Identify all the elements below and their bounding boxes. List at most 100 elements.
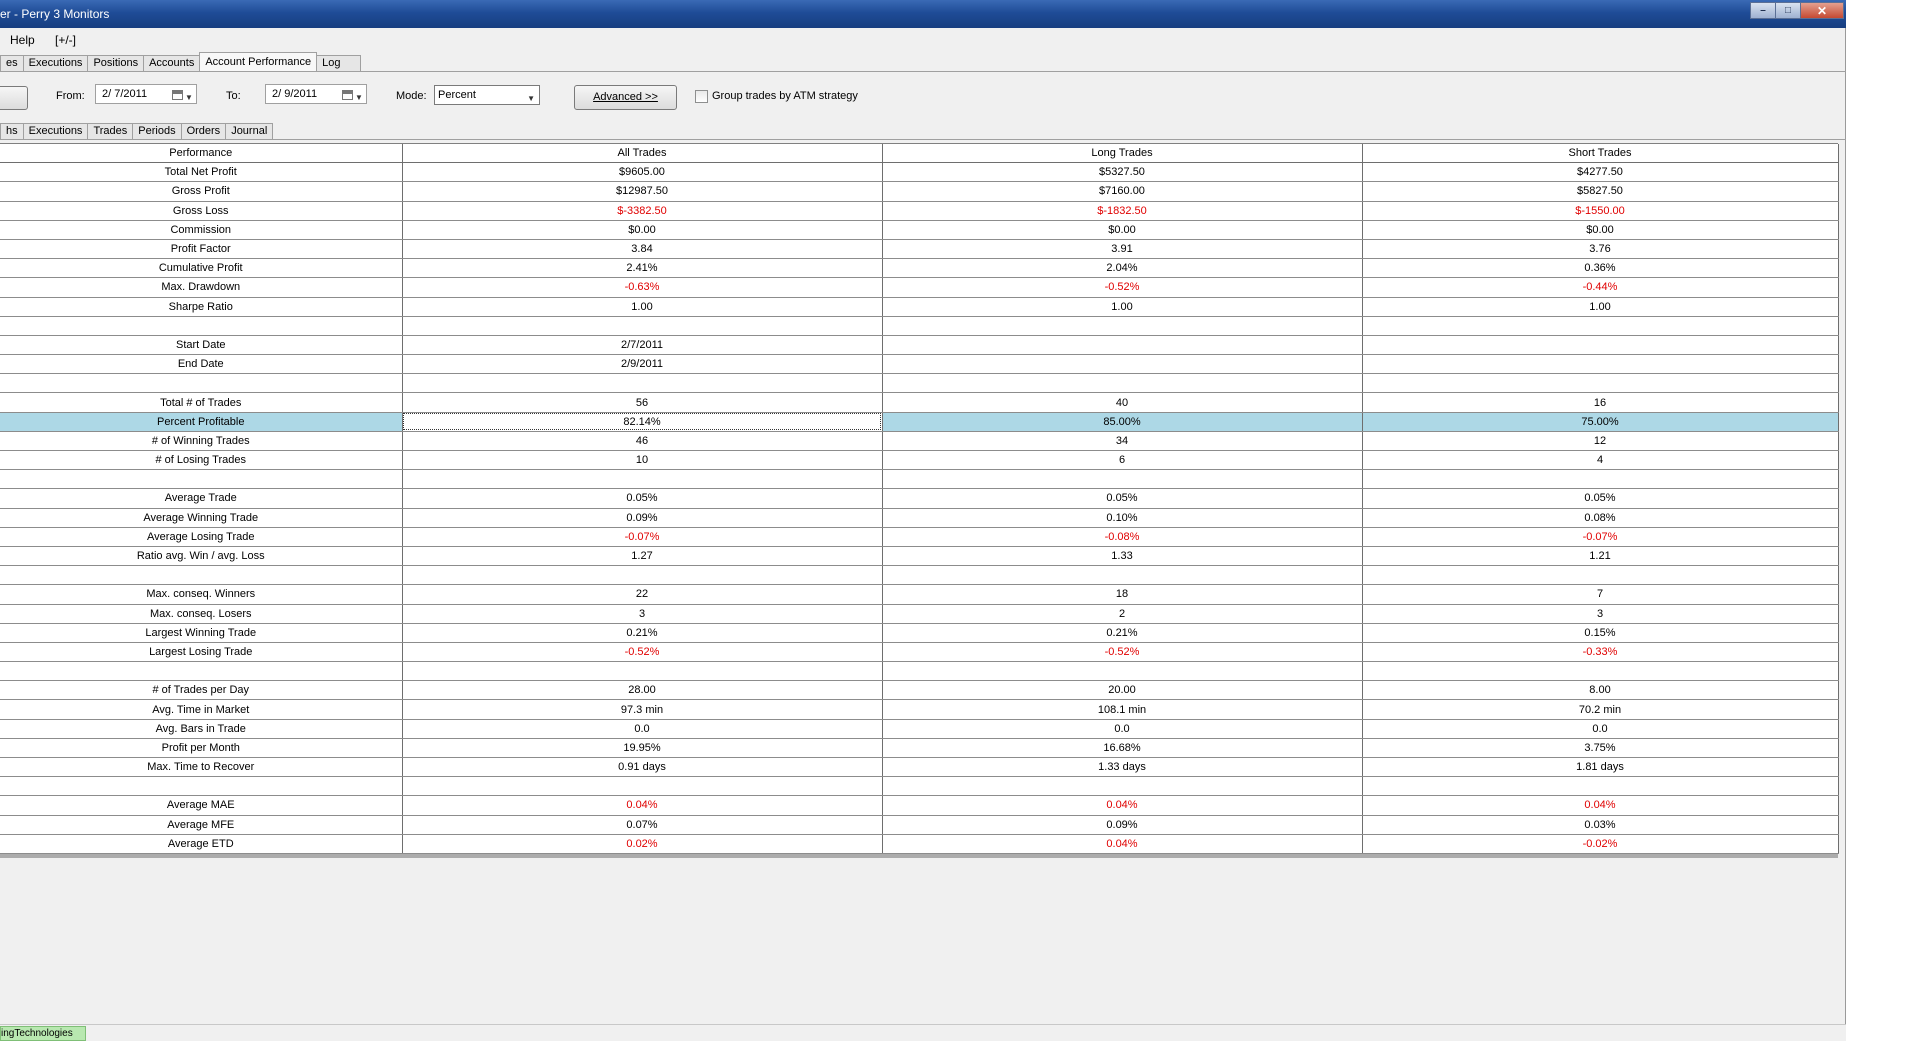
metric-value: 16 (1362, 392, 1839, 413)
table-row[interactable]: Average ETD 0.02% 0.04% -0.02% (0, 834, 1839, 854)
tab-log[interactable]: Log (316, 55, 362, 71)
table-row[interactable] (0, 565, 1839, 586)
table-row[interactable] (0, 661, 1839, 682)
metric-label: Average MAE (0, 795, 403, 816)
menu-help[interactable]: Help (10, 33, 35, 47)
metric-value: 0.04% (882, 834, 1363, 854)
metric-label: Total Net Profit (0, 162, 403, 183)
metric-value (1362, 373, 1839, 394)
to-date-picker[interactable]: 2/ 9/2011 ▼ (265, 84, 367, 104)
column-header-performance[interactable]: Performance (0, 144, 403, 164)
table-row[interactable]: Avg. Bars in Trade 0.0 0.0 0.0 (0, 719, 1839, 739)
close-icon: ✕ (1816, 3, 1828, 18)
advanced-button[interactable]: Advanced >> (574, 85, 677, 110)
table-row[interactable]: Average MFE 0.07% 0.09% 0.03% (0, 815, 1839, 835)
table-row[interactable] (0, 776, 1839, 797)
subtab-partial[interactable]: hs (0, 123, 24, 139)
table-row[interactable]: Sharpe Ratio 1.00 1.00 1.00 (0, 297, 1839, 317)
metric-value (882, 661, 1363, 682)
mode-select[interactable]: Percent ▼ (434, 85, 540, 105)
table-row[interactable]: Average Losing Trade -0.07% -0.08% -0.07% (0, 527, 1839, 547)
table-row[interactable]: Commission $0.00 $0.00 $0.00 (0, 220, 1839, 240)
table-row[interactable]: # of Winning Trades 46 34 12 (0, 431, 1839, 452)
metric-value: 1.27 (402, 546, 883, 567)
connection-status[interactable]: ingTechnologies (0, 1026, 86, 1041)
table-row[interactable]: Max. Drawdown -0.63% -0.52% -0.44% (0, 277, 1839, 298)
metric-value: -0.63% (402, 277, 883, 298)
table-row[interactable]: Total # of Trades 56 40 16 (0, 392, 1839, 413)
subtab-journal[interactable]: Journal (225, 123, 274, 139)
minimize-button[interactable]: – (1750, 2, 1776, 19)
metric-value: -0.33% (1362, 642, 1839, 663)
window-title: er - Perry 3 Monitors (0, 7, 110, 21)
from-date-picker[interactable]: 2/ 7/2011 ▼ (95, 84, 197, 104)
table-row[interactable]: Average Trade 0.05% 0.05% 0.05% (0, 488, 1839, 509)
table-row[interactable]: Max. conseq. Losers 3 2 3 (0, 604, 1839, 624)
table-row[interactable]: Start Date 2/7/2011 (0, 335, 1839, 356)
subtab-orders[interactable]: Orders (180, 123, 227, 139)
tab-executions[interactable]: Executions (22, 55, 89, 71)
table-row[interactable]: # of Losing Trades 10 6 4 (0, 450, 1839, 471)
table-row[interactable]: Profit Factor 3.84 3.91 3.76 (0, 239, 1839, 260)
metric-label: Max. Drawdown (0, 277, 403, 298)
table-row[interactable]: Total Net Profit $9605.00 $5327.50 $4277.50 (0, 162, 1839, 183)
metric-value: 2/9/2011 (402, 354, 883, 375)
metric-value: 0.36% (1362, 258, 1839, 279)
maximize-button[interactable]: □ (1775, 2, 1801, 19)
table-row[interactable] (0, 373, 1839, 394)
table-row[interactable]: Ratio avg. Win / avg. Loss 1.27 1.33 1.21 (0, 546, 1839, 567)
table-row[interactable]: Max. conseq. Winners 22 18 7 (0, 584, 1839, 605)
metric-value: 75.00% (1362, 412, 1839, 432)
table-row[interactable]: Cumulative Profit 2.41% 2.04% 0.36% (0, 258, 1839, 279)
chevron-down-icon[interactable]: ▼ (527, 90, 535, 108)
table-row[interactable]: Profit per Month 19.95% 16.68% 3.75% (0, 738, 1839, 759)
metric-value: -0.52% (882, 642, 1363, 663)
column-header-long-trades[interactable]: Long Trades (882, 144, 1363, 164)
metric-value: $9605.00 (402, 162, 883, 183)
column-header-all-trades[interactable]: All Trades (402, 144, 883, 164)
table-row[interactable]: End Date 2/9/2011 (0, 354, 1839, 375)
table-row[interactable]: Average Winning Trade 0.09% 0.10% 0.08% (0, 508, 1839, 528)
table-row[interactable]: Largest Losing Trade -0.52% -0.52% -0.33% (0, 642, 1839, 663)
table-row[interactable]: Gross Profit $12987.50 $7160.00 $5827.50 (0, 181, 1839, 202)
metric-value: 0.0 (402, 719, 883, 739)
chevron-down-icon[interactable]: ▼ (355, 89, 363, 107)
metric-value: 0.21% (402, 623, 883, 643)
group-by-atm-checkbox[interactable] (695, 90, 708, 103)
table-row[interactable]: Avg. Time in Market 97.3 min 108.1 min 70.2… (0, 699, 1839, 720)
tab-accounts[interactable]: Accounts (143, 55, 201, 71)
metric-value: 46 (402, 431, 883, 452)
table-row[interactable]: Percent Profitable 82.14% 85.00% 75.00% (0, 412, 1839, 432)
metric-value (1362, 354, 1839, 375)
table-row[interactable]: Gross Loss $-3382.50 $-1832.50 $-1550.00 (0, 201, 1839, 221)
table-row[interactable]: Largest Winning Trade 0.21% 0.21% 0.15% (0, 623, 1839, 643)
calendar-icon[interactable] (172, 90, 183, 100)
subtab-periods[interactable]: Periods (132, 123, 182, 139)
to-date-value: 2/ 9/2011 (272, 88, 318, 100)
metric-label: Max. conseq. Losers (0, 604, 403, 624)
table-row[interactable]: Average MAE 0.04% 0.04% 0.04% (0, 795, 1839, 816)
tab-account-performance[interactable]: Account Performance (199, 52, 318, 71)
table-row[interactable]: # of Trades per Day 28.00 20.00 8.00 (0, 680, 1839, 701)
subtab-executions[interactable]: Executions (22, 123, 89, 139)
table-row[interactable]: Max. Time to Recover 0.91 days 1.33 days 1.… (0, 757, 1839, 778)
subtab-trades[interactable]: Trades (87, 123, 134, 139)
metric-value: 97.3 min (402, 699, 883, 720)
calendar-icon[interactable] (342, 90, 353, 100)
metric-value: 6 (882, 450, 1363, 471)
table-row[interactable] (0, 316, 1839, 336)
menu-toggle[interactable]: [+/-] (55, 33, 76, 47)
table-row[interactable] (0, 469, 1839, 490)
tab-partial[interactable]: es (0, 55, 24, 71)
toolbar-button-partial[interactable] (0, 86, 28, 110)
metric-value: 2.41% (402, 258, 883, 279)
close-button[interactable]: ✕ (1800, 2, 1844, 19)
metric-label: Ratio avg. Win / avg. Loss (0, 546, 403, 567)
mode-label: Mode: (396, 90, 427, 102)
chevron-down-icon[interactable]: ▼ (185, 89, 193, 107)
metric-value (402, 661, 883, 682)
metric-value: 19.95% (402, 738, 883, 759)
tab-positions[interactable]: Positions (87, 55, 145, 71)
title-bar[interactable]: er - Perry 3 Monitors – □ ✕ (0, 0, 1846, 28)
column-header-short-trades[interactable]: Short Trades (1362, 144, 1839, 164)
